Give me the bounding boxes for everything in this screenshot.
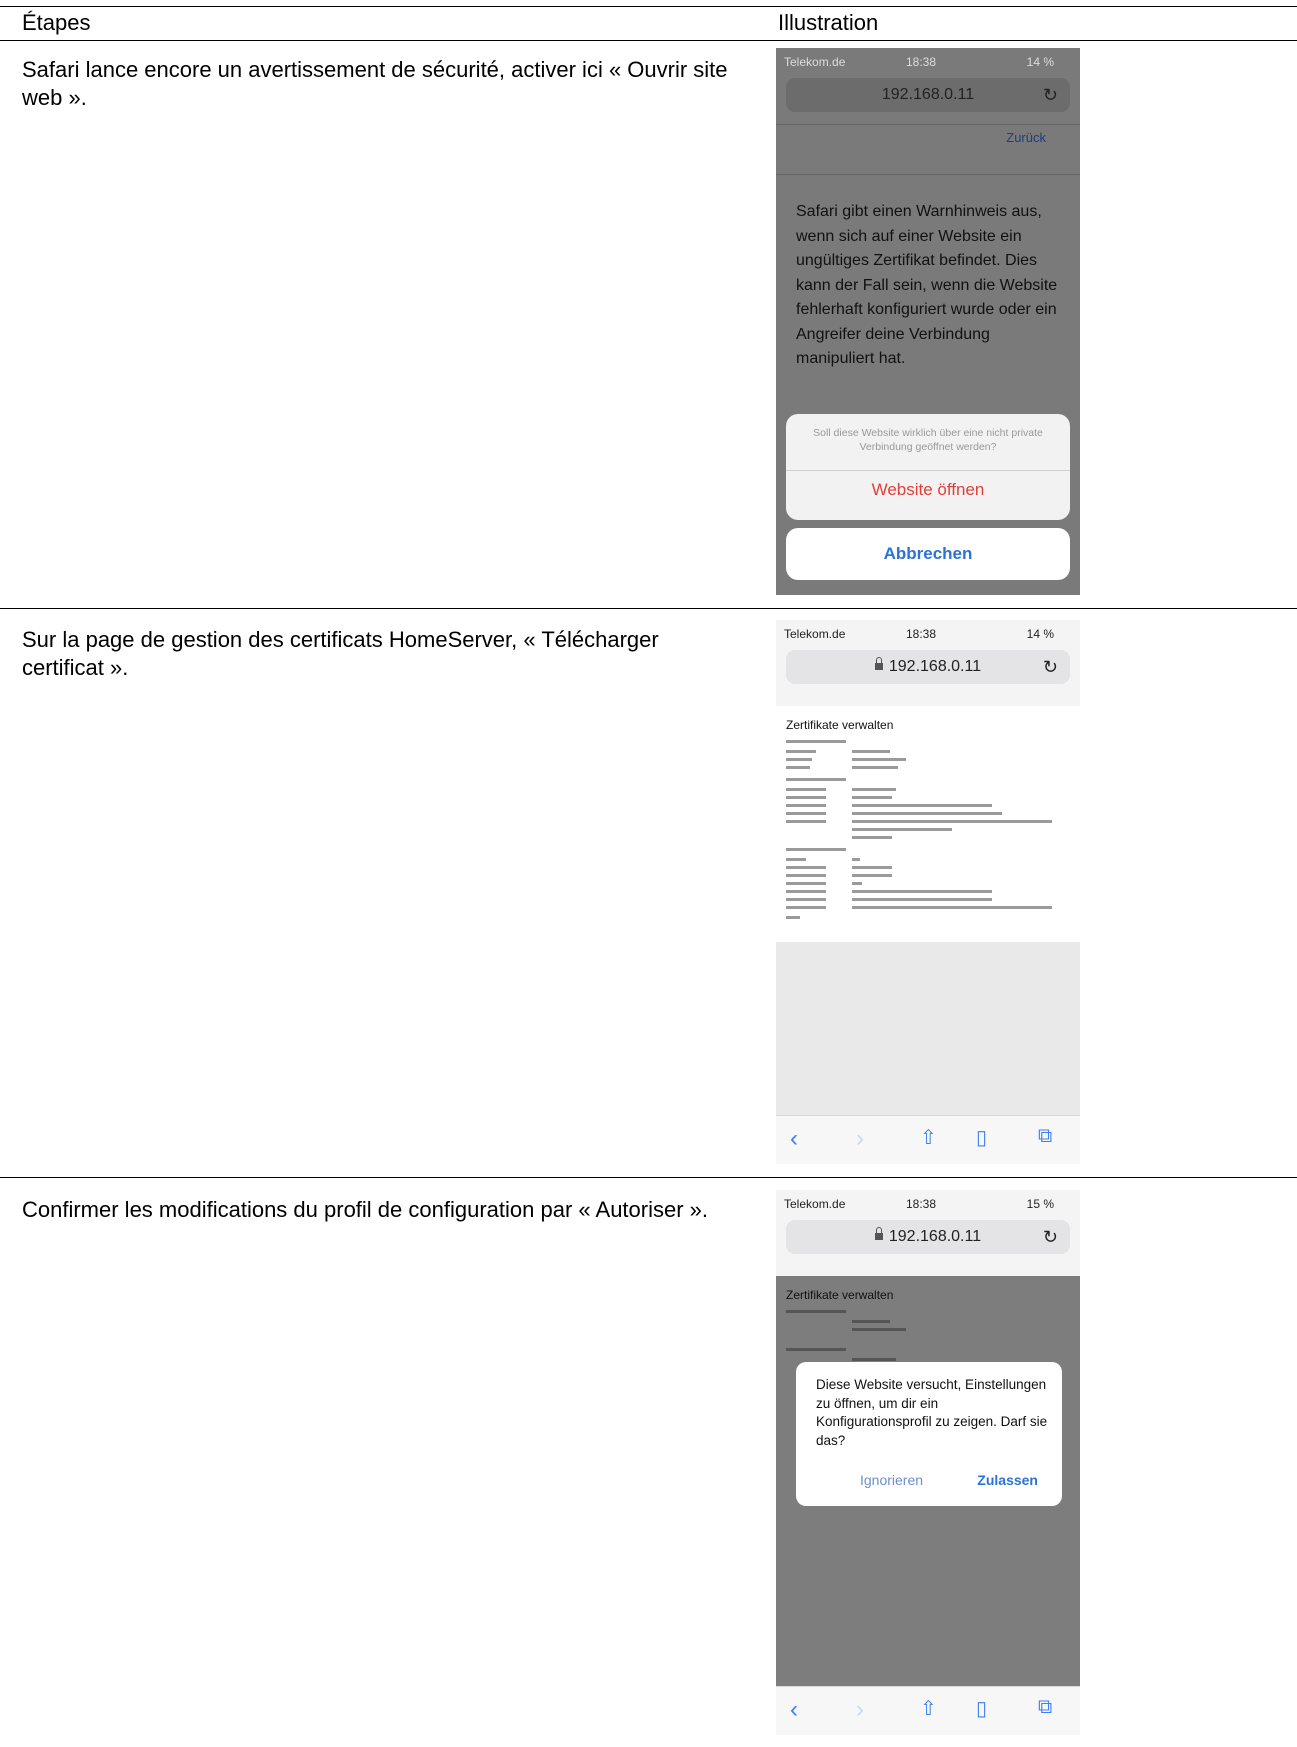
certificate-document: Zertifikate verwalten (776, 706, 1080, 942)
page-title: Zertifikate verwalten (786, 718, 894, 732)
url-text: 192.168.0.11 (888, 658, 982, 675)
status-bar: Telekom.de 18:38 15 % (776, 1190, 1080, 1216)
status-battery: 14 % (1026, 55, 1054, 69)
step-2-text: Sur la page de gestion des certificats H… (22, 627, 659, 680)
url-text: 192.168.0.11 (888, 1228, 982, 1245)
back-icon[interactable]: ‹ (790, 1696, 798, 1724)
safari-toolbar: ‹ › ⇧ ▯ ⧉ (776, 1115, 1080, 1164)
empty-area (776, 942, 1080, 1116)
url-bar[interactable]: 192.168.0.11 ↻ (786, 650, 1070, 684)
lock-icon (874, 657, 883, 671)
url-text: 192.168.0.11 (881, 86, 975, 103)
url-bar[interactable]: 192.168.0.11 ↻ (786, 78, 1070, 112)
screenshot-configuration-profile: Telekom.de 18:38 15 % 192.168.0.11 ↻ Zer… (776, 1190, 1080, 1735)
back-link[interactable]: Zurück (1006, 130, 1046, 145)
forward-icon[interactable]: › (856, 1125, 864, 1153)
divider (786, 470, 1070, 471)
dialog-message: Diese Website versucht, Einstellungen zu… (816, 1377, 1048, 1448)
reload-icon[interactable]: ↻ (1043, 650, 1058, 684)
reload-icon[interactable]: ↻ (1043, 1220, 1058, 1254)
column-header-illustration: Illustration (778, 10, 879, 35)
status-battery: 15 % (1026, 1197, 1054, 1211)
header-rule (0, 40, 1297, 41)
tabs-icon[interactable]: ⧉ (1038, 1125, 1052, 1148)
profile-dialog: Diese Website versucht, Einstellungen zu… (796, 1362, 1062, 1506)
step-3-text: Confirmer les modifications du profil de… (22, 1197, 709, 1222)
table-top-rule (0, 6, 1297, 7)
status-bar: Telekom.de 18:38 14 % (776, 620, 1080, 646)
status-carrier: Telekom.de (784, 1197, 846, 1211)
status-battery: 14 % (1026, 627, 1054, 641)
screenshot-security-warning: Telekom.de 18:38 14 % 192.168.0.11 ↻ Zur… (776, 48, 1080, 595)
forward-icon[interactable]: › (856, 1696, 864, 1724)
status-time: 18:38 (906, 1197, 937, 1211)
divider (776, 124, 1080, 125)
status-carrier: Telekom.de (784, 55, 846, 69)
bookmarks-icon[interactable]: ▯ (976, 1696, 987, 1721)
share-icon[interactable]: ⇧ (920, 1125, 937, 1150)
divider (776, 174, 1080, 175)
reload-icon[interactable]: ↻ (1043, 78, 1058, 112)
tabs-icon[interactable]: ⧉ (1038, 1696, 1052, 1719)
alert-sheet: Soll diese Website wirklich über eine ni… (786, 414, 1070, 520)
bookmarks-icon[interactable]: ▯ (976, 1125, 987, 1150)
url-bar[interactable]: 192.168.0.11 ↻ (786, 1220, 1070, 1254)
column-header-steps: Étapes (22, 10, 91, 35)
status-bar: Telekom.de 18:38 14 % (776, 48, 1080, 74)
row-rule (0, 608, 1297, 609)
ignore-button[interactable]: Ignorieren (860, 1472, 923, 1488)
warning-text: Safari gibt einen Warnhinweis aus, wenn … (796, 203, 1058, 367)
row-rule (0, 1177, 1297, 1178)
status-time: 18:38 (906, 627, 937, 641)
status-time: 18:38 (906, 55, 937, 69)
cancel-button[interactable]: Abbrechen (786, 528, 1070, 580)
allow-button[interactable]: Zulassen (977, 1472, 1038, 1488)
open-website-button[interactable]: Website öffnen (786, 480, 1070, 500)
share-icon[interactable]: ⇧ (920, 1696, 937, 1721)
alert-question: Soll diese Website wirklich über eine ni… (813, 427, 1043, 453)
lock-icon (874, 1227, 883, 1241)
screenshot-certificate-page: Telekom.de 18:38 14 % 192.168.0.11 ↻ Zer… (776, 620, 1080, 1164)
safari-toolbar: ‹ › ⇧ ▯ ⧉ (776, 1686, 1080, 1735)
status-carrier: Telekom.de (784, 627, 846, 641)
page-title: Zertifikate verwalten (786, 1288, 894, 1302)
back-icon[interactable]: ‹ (790, 1125, 798, 1153)
step-1-text: Safari lance encore un avertissement de … (22, 57, 728, 110)
